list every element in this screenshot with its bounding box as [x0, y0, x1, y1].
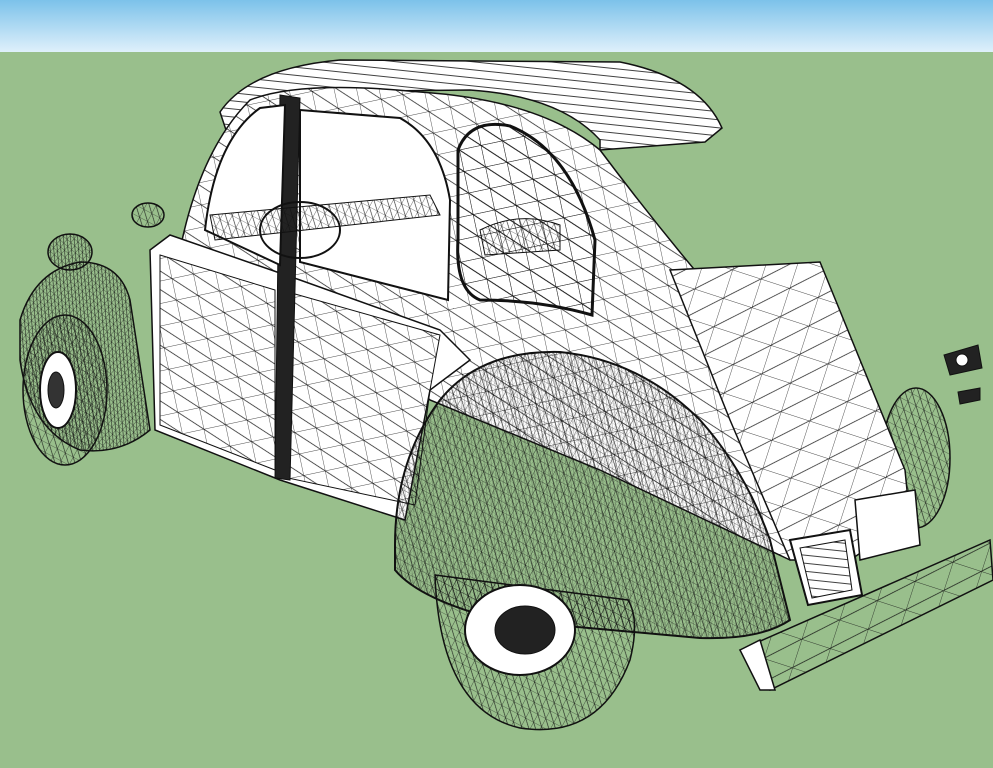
front-left-wheel: [22, 314, 108, 466]
spare-parts: [943, 344, 983, 405]
sketch-viewport[interactable]: [0, 0, 993, 768]
rear-left-wheel: [434, 574, 636, 731]
car-wireframe-model[interactable]: [0, 0, 993, 768]
